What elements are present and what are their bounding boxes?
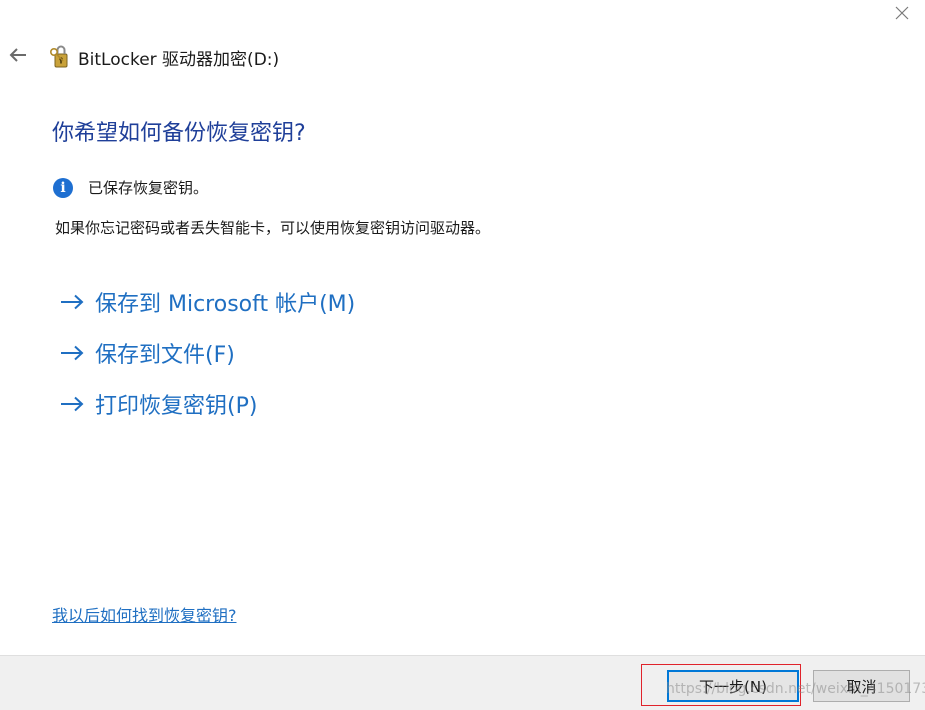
info-icon: i	[53, 177, 73, 198]
help-link-find-recovery-key[interactable]: 我以后如何找到恢复密钥?	[52, 602, 237, 626]
right-arrow-icon	[60, 294, 84, 310]
close-button[interactable]	[879, 0, 925, 30]
option-print-recovery-key[interactable]: 打印恢复密钥(P)	[60, 386, 355, 422]
next-button[interactable]: 下一步(N)	[667, 670, 799, 702]
option-save-to-microsoft-account[interactable]: 保存到 Microsoft 帐户(M)	[60, 284, 355, 320]
bitlocker-wizard-window: BitLocker 驱动器加密(D:) 你希望如何备份恢复密钥? i 已保存恢复…	[0, 0, 925, 710]
bitlocker-key-icon	[48, 44, 74, 70]
footer-bar: 下一步(N) 取消	[0, 655, 925, 710]
right-arrow-icon	[60, 345, 84, 361]
description-text: 如果你忘记密码或者丢失智能卡，可以使用恢复密钥访问驱动器。	[55, 219, 491, 237]
page-heading: 你希望如何备份恢复密钥?	[52, 121, 306, 146]
back-arrow-icon	[8, 47, 28, 67]
info-text: 已保存恢复密钥。	[88, 179, 209, 197]
title-bar: BitLocker 驱动器加密(D:)	[0, 40, 279, 74]
right-arrow-icon	[60, 396, 84, 412]
option-save-to-file[interactable]: 保存到文件(F)	[60, 335, 355, 371]
info-message: i 已保存恢复密钥。	[53, 177, 208, 198]
window-title: BitLocker 驱动器加密(D:)	[78, 49, 280, 70]
option-label: 保存到 Microsoft 帐户(M)	[95, 292, 356, 317]
cancel-button[interactable]: 取消	[813, 670, 910, 702]
backup-options: 保存到 Microsoft 帐户(M) 保存到文件(F) 打印恢复密钥(P)	[60, 284, 355, 437]
option-label: 保存到文件(F)	[95, 343, 235, 368]
option-label: 打印恢复密钥(P)	[95, 394, 258, 419]
close-icon	[894, 5, 910, 25]
back-button[interactable]	[1, 40, 35, 74]
